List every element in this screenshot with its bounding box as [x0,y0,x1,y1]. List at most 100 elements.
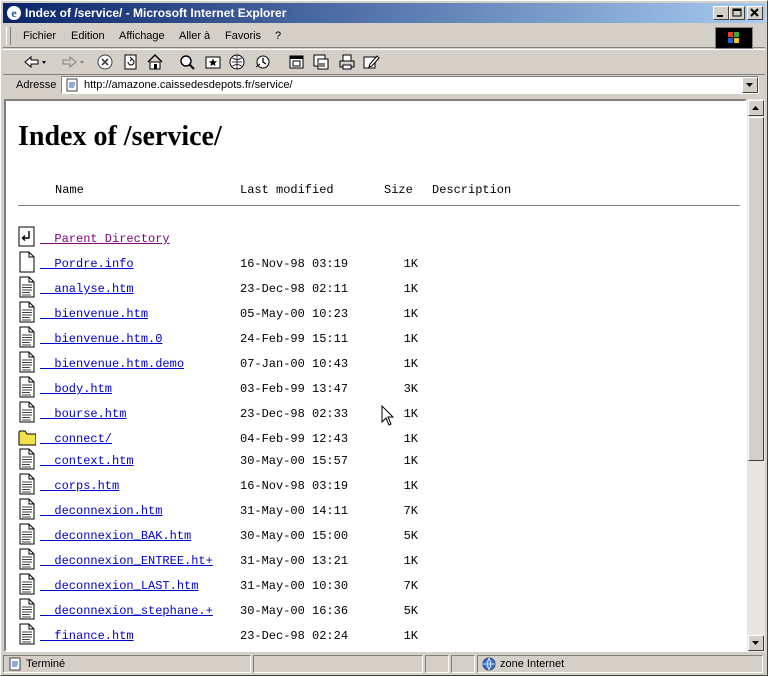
file-size: 5K [403,529,418,543]
column-description: Description [432,183,512,197]
file-link[interactable]: bienvenue.htm [40,307,148,321]
text-file-icon[interactable] [18,276,36,298]
column-last-modified: Last modified [240,183,334,197]
text-file-icon[interactable] [18,351,36,373]
table-row: deconnexion_BAK.htm 30-May-00 15:00 5K [6,523,745,554]
table-row: bourse.htm 23-Dec-98 02:33 1K [6,401,745,432]
status-bar: Terminé zone Internet [3,654,765,674]
refresh-icon[interactable] [121,52,141,72]
folder-icon[interactable] [18,426,36,448]
table-row: context.htm 30-May-00 15:57 1K [6,448,745,479]
menu-grip [6,27,11,45]
text-file-icon[interactable] [18,376,36,398]
title-bar: e Index of /service/ - Microsoft Interne… [3,3,765,23]
file-size: 3K [403,382,418,396]
file-link[interactable]: bienvenue.htm.demo [40,357,184,371]
page-content: Index of /service/ Name Last modified Si… [4,99,747,652]
fullscreen-icon[interactable] [311,52,331,72]
file-link[interactable]: body.htm [40,382,112,396]
back-icon[interactable] [18,226,36,248]
table-row: analyse.htm 23-Dec-98 02:11 1K [6,276,745,307]
table-row: deconnexion_stephane.+ 30-May-00 16:36 5K [6,598,745,629]
header-divider [18,205,740,207]
table-row: deconnexion_LAST.htm 31-May-00 10:30 7K [6,573,745,604]
media-icon[interactable] [227,52,247,72]
back-arrow-icon[interactable] [21,52,47,72]
file-link[interactable]: deconnexion_stephane.+ [40,604,212,618]
close-icon [750,8,759,17]
text-file-icon[interactable] [18,326,36,348]
text-file-icon[interactable] [18,498,36,520]
file-icon[interactable] [18,251,36,273]
table-row: body.htm 03-Feb-99 13:47 3K [6,376,745,407]
scroll-thumb[interactable] [748,117,764,461]
address-dropdown-button[interactable] [742,77,758,93]
edit-icon[interactable] [361,52,381,72]
menu-fichier[interactable]: Fichier [23,30,56,42]
text-file-icon[interactable] [18,448,36,470]
scroll-down-button[interactable] [748,635,764,651]
svg-text:e: e [11,6,17,20]
status-text: Terminé [26,658,66,670]
file-link[interactable]: Pordre.info [40,257,133,271]
address-input[interactable]: http://amazone.caissedesdepots.fr/servic… [61,76,759,94]
file-link[interactable]: context.htm [40,454,133,468]
menu-aller[interactable]: Aller à [179,30,210,42]
minimize-button[interactable] [713,6,729,20]
file-link[interactable]: analyse.htm [40,282,133,296]
file-link[interactable]: deconnexion_ENTREE.ht+ [40,554,212,568]
vertical-scrollbar[interactable] [747,99,765,652]
page-heading: Index of /service/ [18,121,222,152]
file-link[interactable]: finance.htm [40,629,133,643]
mouse-cursor-icon [381,405,395,426]
menu-favoris[interactable]: Favoris [225,30,261,42]
channels-icon[interactable] [287,52,307,72]
history-icon[interactable] [253,52,273,72]
file-link[interactable]: corps.htm [40,479,119,493]
file-date: 24-Feb-99 15:11 [240,332,349,346]
text-file-icon[interactable] [18,623,36,645]
file-link[interactable]: bienvenue.htm.0 [40,332,162,346]
file-link[interactable]: deconnexion.htm [40,504,162,518]
favorites-icon[interactable] [203,52,223,72]
status-progress [253,655,423,673]
home-icon[interactable] [145,52,165,72]
arrow-down-icon [752,641,759,645]
file-size: 1K [403,282,418,296]
text-file-icon[interactable] [18,598,36,620]
file-size: 1K [403,454,418,468]
stop-icon[interactable] [95,52,115,72]
file-size: 1K [403,307,418,321]
status-zone: zone Internet [477,655,763,673]
file-date: 31-May-00 10:30 [240,579,349,593]
text-file-icon[interactable] [18,573,36,595]
maximize-icon [732,8,742,17]
menu-affichage[interactable]: Affichage [119,30,165,42]
scroll-up-button[interactable] [748,100,764,116]
maximize-button[interactable] [729,6,745,20]
file-date: 30-May-00 15:57 [240,454,349,468]
minimize-icon [717,15,723,17]
menu-help[interactable]: ? [275,30,281,42]
print-icon[interactable] [337,52,357,72]
text-file-icon[interactable] [18,523,36,545]
text-file-icon[interactable] [18,301,36,323]
address-url: http://amazone.caissedesdepots.fr/servic… [84,79,293,91]
close-button[interactable] [747,6,763,20]
file-size: 1K [403,332,418,346]
zone-text: zone Internet [500,658,565,670]
file-date: 31-May-00 13:21 [240,554,349,568]
file-link[interactable]: Parent Directory [40,232,169,246]
menu-edition[interactable]: Edition [71,30,105,42]
text-file-icon[interactable] [18,473,36,495]
file-date: 23-Dec-98 02:33 [240,407,349,421]
search-icon[interactable] [177,52,197,72]
file-link[interactable]: connect/ [40,432,112,446]
forward-arrow-icon[interactable] [59,52,85,72]
file-link[interactable]: bourse.htm [40,407,126,421]
text-file-icon[interactable] [18,548,36,570]
text-file-icon[interactable] [18,401,36,423]
table-row: bienvenue.htm 05-May-00 10:23 1K [6,301,745,332]
file-link[interactable]: deconnexion_LAST.htm [40,579,198,593]
file-link[interactable]: deconnexion_BAK.htm [40,529,191,543]
